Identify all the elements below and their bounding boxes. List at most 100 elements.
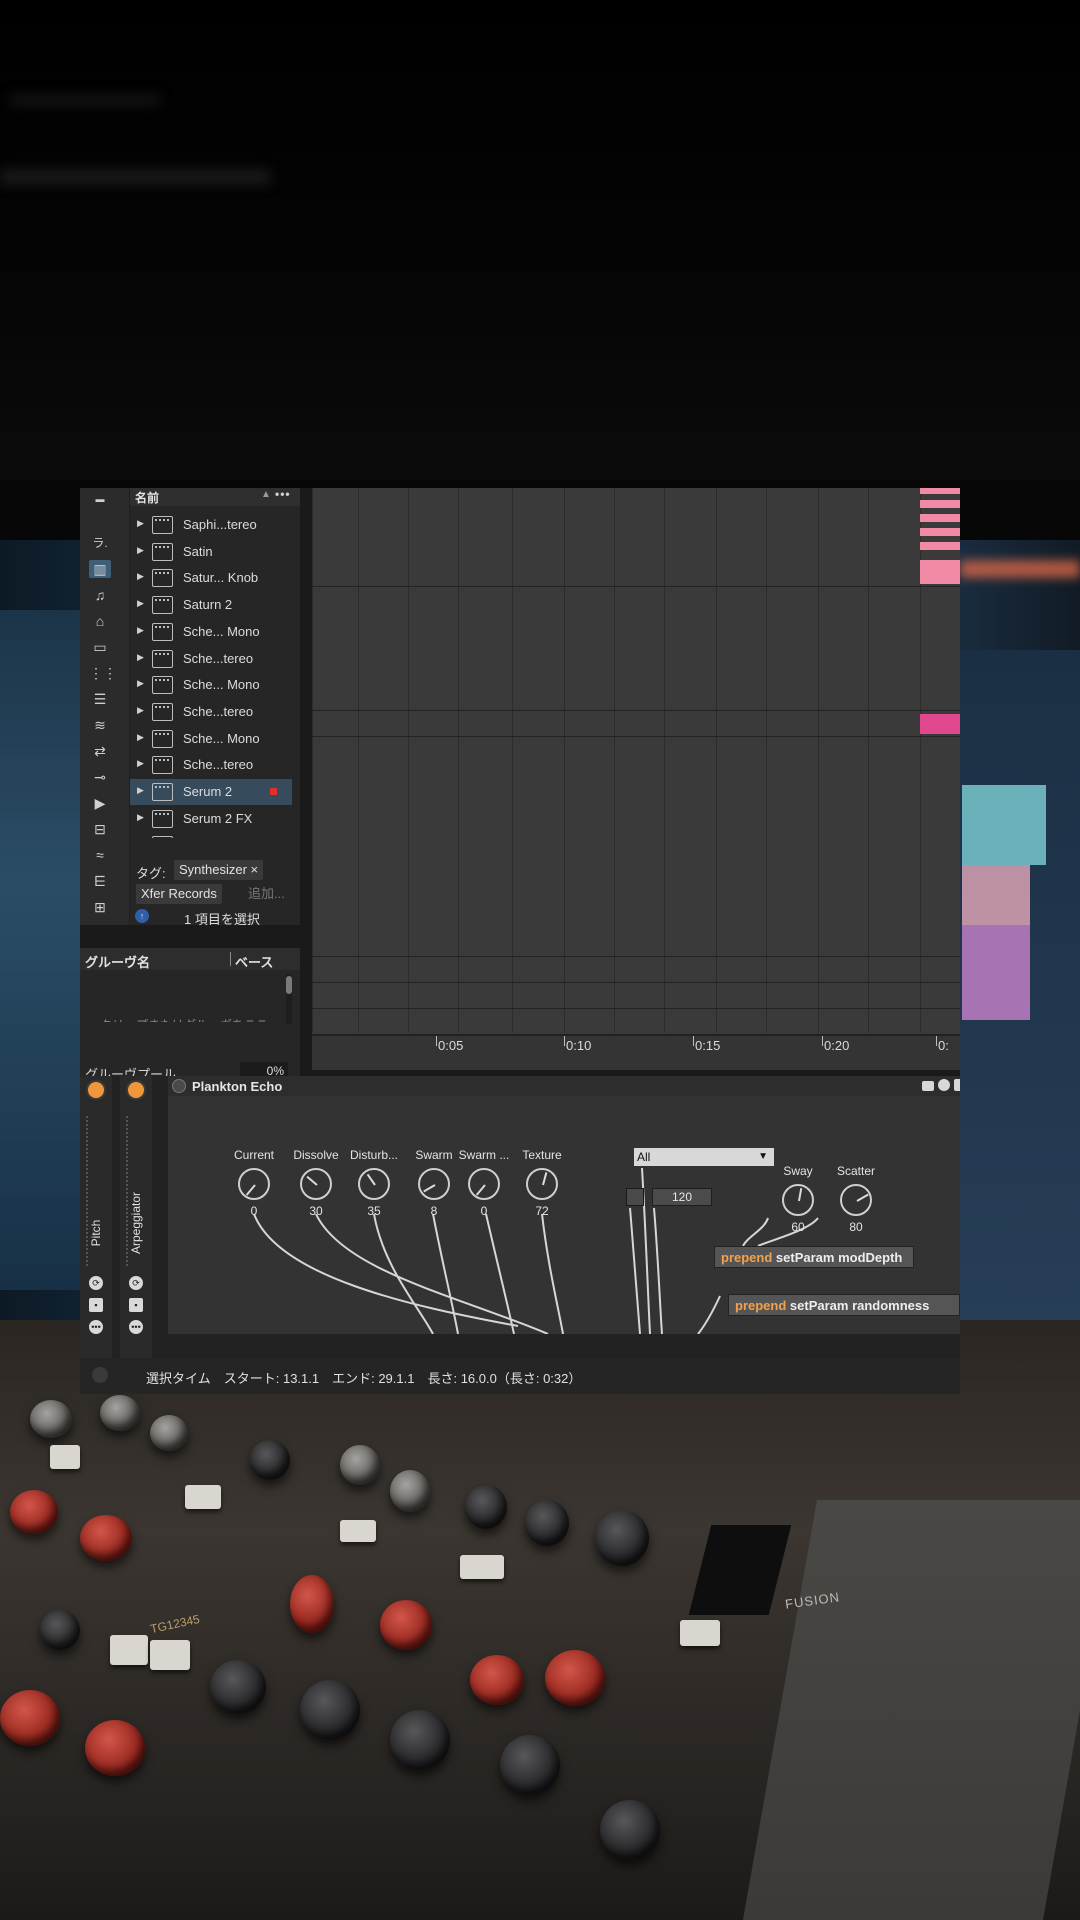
- expand-arrow-icon[interactable]: ▶: [137, 705, 144, 716]
- dial-knob[interactable]: [468, 1168, 500, 1200]
- expand-arrow-icon[interactable]: ▶: [137, 785, 144, 796]
- browser-column-header[interactable]: 名前 ▲ •••: [130, 488, 300, 506]
- menu-icon[interactable]: ▬: [89, 490, 111, 508]
- templates-icon[interactable]: ⊞: [89, 898, 111, 916]
- tag-chip-xfer-records[interactable]: Xfer Records: [136, 884, 222, 904]
- message-box-moddepth[interactable]: prepend setParam modDepth: [714, 1246, 914, 1268]
- midi-clip[interactable]: [920, 488, 960, 494]
- expand-arrow-icon[interactable]: ▶: [137, 812, 144, 823]
- dropdown-arrow-icon: ▼: [758, 1151, 768, 1162]
- max-device-icon[interactable]: ≋: [89, 716, 111, 734]
- expand-arrow-icon[interactable]: ▶: [137, 598, 144, 609]
- browser-list-item[interactable]: ▶ Sche... Mono: [130, 726, 292, 752]
- midi-effect-icon[interactable]: ☰: [89, 690, 111, 708]
- message-box-randomness[interactable]: prepend setParam randomness: [728, 1294, 960, 1316]
- expand-arrow-icon[interactable]: ▶: [137, 652, 144, 663]
- midi-clip[interactable]: [920, 528, 960, 536]
- dial-texture[interactable]: Texture 72: [512, 1148, 572, 1218]
- expand-arrow-icon[interactable]: ▶: [137, 625, 144, 636]
- music-note-icon[interactable]: ♫: [89, 586, 111, 604]
- plugin-icon[interactable]: ⇄: [89, 742, 111, 760]
- dial-knob[interactable]: [358, 1168, 390, 1200]
- timeline-ruler[interactable]: 0:05 0:10 0:15 0:20 0:: [312, 1035, 960, 1070]
- clip-icon[interactable]: ⊸: [89, 768, 111, 786]
- expand-arrow-icon[interactable]: ▶: [137, 545, 144, 556]
- sample-icon[interactable]: ⊟: [89, 820, 111, 838]
- groove-base-column[interactable]: ベース: [235, 952, 273, 971]
- tag-chip-synthesizer[interactable]: Synthesizer ×: [174, 860, 264, 880]
- browser-list-item[interactable]: ▶ Sche... Mono: [130, 619, 292, 645]
- drum-icon[interactable]: ⌂: [89, 612, 111, 630]
- expand-arrow-icon[interactable]: ▶: [137, 678, 144, 689]
- more-icon[interactable]: •••: [129, 1320, 143, 1334]
- dial-dissolve[interactable]: Dissolve 30: [286, 1148, 346, 1218]
- remove-tag-icon[interactable]: ×: [251, 862, 259, 877]
- toggle-box[interactable]: [626, 1188, 644, 1206]
- midi-clip[interactable]: [920, 500, 960, 508]
- midi-clip[interactable]: [920, 560, 960, 584]
- console-knob: [380, 1600, 432, 1650]
- browser-list-item[interactable]: ▶ Sche...tereo: [130, 752, 292, 778]
- expand-arrow-icon[interactable]: ▶: [137, 732, 144, 743]
- browser-list-item[interactable]: ▶ Sche...tereo: [130, 699, 292, 725]
- dial-knob[interactable]: [526, 1168, 558, 1200]
- browser-list-item[interactable]: ▶Shad... Comp: [130, 832, 292, 838]
- browser-list-item[interactable]: ▶ Saphi...tereo: [130, 512, 292, 538]
- dial-knob[interactable]: [300, 1168, 332, 1200]
- browser-item-label: Sche... Mono: [183, 730, 260, 746]
- browser-list-item[interactable]: ▶ Serum 2: [130, 779, 292, 805]
- expand-arrow-icon[interactable]: ▶: [137, 518, 144, 529]
- browser-category-rail: ▬ ラ. ▥ ♫ ⌂ ▭ ⋮⋮ ☰ ≋ ⇄ ⊸ ▶ ⊟ ≈ ⋿ ⊞: [80, 488, 130, 925]
- more-icon[interactable]: •••: [89, 1320, 103, 1334]
- device-power-button[interactable]: [128, 1082, 144, 1098]
- info-up-icon[interactable]: ↑: [135, 909, 149, 923]
- device-power-button[interactable]: [172, 1079, 186, 1093]
- dial-disturb[interactable]: Disturb... 35: [344, 1148, 404, 1218]
- scrollbar-thumb[interactable]: [286, 976, 292, 994]
- dial-knob[interactable]: [782, 1184, 814, 1216]
- audio-effect-icon[interactable]: ⋮⋮: [89, 664, 117, 682]
- library-icon[interactable]: ▥: [89, 560, 111, 578]
- add-tag-input[interactable]: 追加...: [248, 884, 285, 904]
- video-icon[interactable]: ▶: [89, 794, 111, 812]
- browser-list-item[interactable]: ▶ Serum 2 FX: [130, 806, 292, 832]
- browser-list-item[interactable]: ▶ Saturn 2: [130, 592, 292, 618]
- dial-sway[interactable]: Sway 60: [768, 1164, 828, 1234]
- info-icon[interactable]: [92, 1367, 108, 1383]
- dial-current[interactable]: Current 0: [224, 1148, 284, 1218]
- number-box[interactable]: 120: [652, 1188, 712, 1206]
- instrument-icon[interactable]: ▭: [89, 638, 111, 656]
- save-icon[interactable]: [954, 1079, 960, 1091]
- window-icon[interactable]: [922, 1081, 934, 1091]
- link-icon[interactable]: ⟳: [89, 1276, 103, 1290]
- browser-list-item[interactable]: ▶ Satin: [130, 539, 292, 565]
- midi-clip[interactable]: [920, 514, 960, 522]
- dial-knob[interactable]: [238, 1168, 270, 1200]
- midi-clip[interactable]: [920, 542, 960, 550]
- save-icon[interactable]: ▪: [129, 1298, 143, 1312]
- browser-list-item[interactable]: ▶ Sche... Mono: [130, 672, 292, 698]
- link-icon[interactable]: [938, 1079, 950, 1091]
- sort-up-icon[interactable]: ▲: [261, 489, 271, 500]
- browser-list-item[interactable]: ▶ Satur... Knob: [130, 565, 292, 591]
- more-options-icon[interactable]: •••: [275, 488, 291, 501]
- dial-scatter[interactable]: Scatter 80: [826, 1164, 886, 1234]
- dial-knob[interactable]: [418, 1168, 450, 1200]
- dial-knob[interactable]: [840, 1184, 872, 1216]
- device-power-button[interactable]: [88, 1082, 104, 1098]
- link-icon[interactable]: ⟳: [129, 1276, 143, 1290]
- device-title-bar[interactable]: Plankton Echo: [168, 1076, 960, 1096]
- mode-dropdown[interactable]: All ▼: [634, 1148, 774, 1166]
- wave-icon[interactable]: ≈: [89, 846, 111, 864]
- plugin-device-icon: [152, 836, 173, 838]
- plugin-device-icon: [152, 516, 173, 534]
- grooves-icon[interactable]: ⋿: [89, 872, 111, 890]
- midi-clip[interactable]: [920, 714, 960, 734]
- save-icon[interactable]: ▪: [89, 1298, 103, 1312]
- dial-swarm[interactable]: Swarm ... 0: [454, 1148, 514, 1218]
- browser-list-item[interactable]: ▶ Sche...tereo: [130, 646, 292, 672]
- groove-name-column[interactable]: グルーヴ名: [85, 952, 150, 971]
- expand-arrow-icon[interactable]: ▶: [137, 758, 144, 769]
- arrangement-view[interactable]: 0:05 0:10 0:15 0:20 0:: [312, 488, 960, 1070]
- expand-arrow-icon[interactable]: ▶: [137, 571, 144, 582]
